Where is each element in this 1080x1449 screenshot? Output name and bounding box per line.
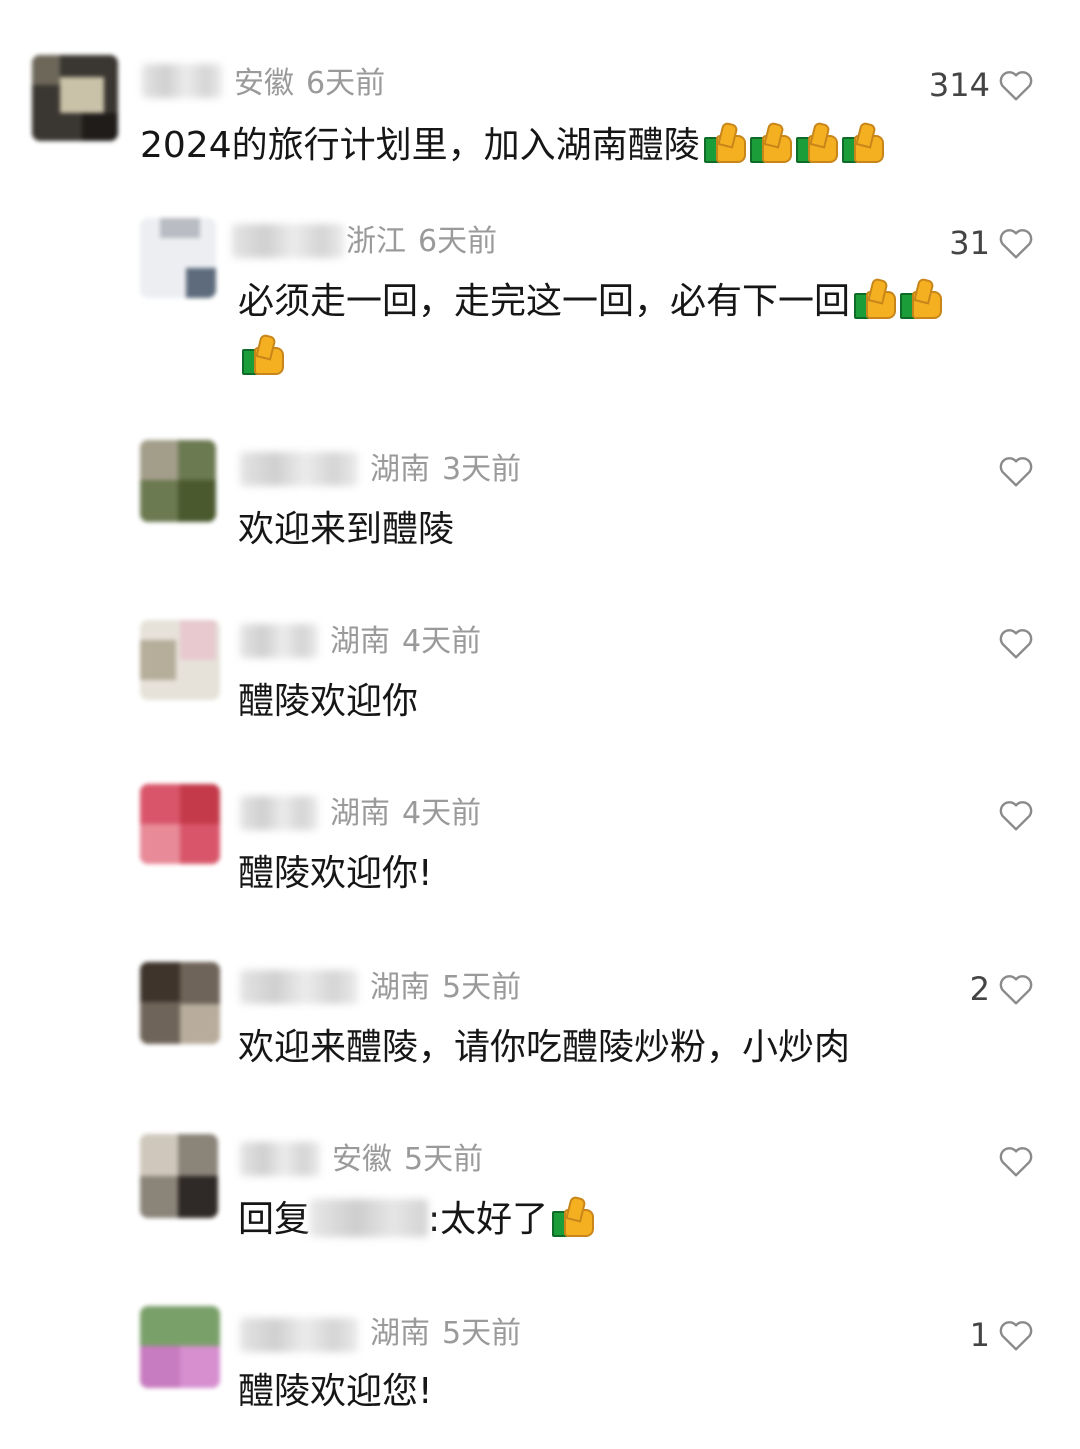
like-count: 314 bbox=[928, 66, 990, 104]
comment-text: 欢迎来到醴陵 bbox=[238, 509, 455, 550]
timestamp: 3天前 bbox=[442, 452, 522, 487]
location: 湖南 bbox=[370, 452, 430, 487]
comment-meta: 浙江 6天前 bbox=[346, 222, 497, 262]
comment-meta: 湖南 4天前 bbox=[330, 622, 481, 662]
username-blurred[interactable] bbox=[240, 1318, 358, 1352]
thumbs-up-emoji bbox=[794, 121, 838, 165]
comment-body: 2024的旅行计划里，加入湖南醴陵 bbox=[140, 125, 700, 166]
comment-text: 2024的旅行计划里，加入湖南醴陵 bbox=[140, 118, 884, 174]
avatar[interactable] bbox=[140, 620, 220, 700]
thumbs-up-emoji bbox=[240, 333, 284, 377]
like-button[interactable] bbox=[990, 1144, 1034, 1178]
location: 湖南 bbox=[330, 796, 390, 831]
comment-text: 欢迎来醴陵，请你吃醴陵炒粉，小炒肉 bbox=[238, 1027, 851, 1068]
heart-outline-icon bbox=[999, 229, 1033, 259]
username-blurred[interactable] bbox=[240, 970, 358, 1004]
thumbs-up-emoji bbox=[550, 1195, 595, 1239]
like-button[interactable]: 314 bbox=[929, 66, 1034, 104]
comment-meta: 湖南 5天前 bbox=[370, 1314, 521, 1354]
like-button[interactable]: 1 bbox=[970, 1316, 1034, 1354]
location: 湖南 bbox=[330, 624, 390, 659]
heart-outline-icon bbox=[999, 71, 1033, 101]
thumbs-up-emoji bbox=[702, 121, 746, 165]
comment-text: 醴陵欢迎你 bbox=[238, 681, 419, 722]
heart-outline-icon bbox=[999, 1147, 1033, 1177]
location: 浙江 bbox=[346, 224, 406, 259]
comment-meta: 安徽 6天前 bbox=[234, 64, 385, 104]
like-count: 31 bbox=[949, 224, 990, 262]
comment-meta: 湖南 3天前 bbox=[370, 450, 521, 490]
comment-text-line2 bbox=[238, 330, 284, 386]
heart-outline-icon bbox=[999, 801, 1033, 831]
avatar[interactable] bbox=[140, 784, 220, 864]
location: 安徽 bbox=[234, 66, 294, 101]
username-blurred[interactable] bbox=[240, 452, 358, 486]
avatar[interactable] bbox=[140, 218, 216, 298]
like-count: 1 bbox=[969, 1316, 990, 1354]
username-blurred[interactable] bbox=[240, 796, 318, 830]
location: 湖南 bbox=[370, 1316, 430, 1351]
username-blurred[interactable] bbox=[240, 1142, 320, 1176]
comment-text: 回复 :太好了 bbox=[238, 1192, 595, 1248]
timestamp: 6天前 bbox=[418, 224, 498, 259]
heart-outline-icon bbox=[999, 1321, 1033, 1351]
thumbs-up-emoji bbox=[840, 121, 884, 165]
reply-body: :太好了 bbox=[428, 1199, 549, 1240]
like-button[interactable] bbox=[990, 798, 1034, 832]
like-count: 2 bbox=[969, 970, 990, 1008]
username-blurred[interactable] bbox=[232, 224, 344, 258]
timestamp: 4天前 bbox=[402, 796, 482, 831]
comment-text: 醴陵欢迎你! bbox=[238, 853, 433, 894]
timestamp: 5天前 bbox=[442, 970, 522, 1005]
timestamp: 5天前 bbox=[442, 1316, 522, 1351]
like-button[interactable] bbox=[990, 626, 1034, 660]
like-button[interactable]: 31 bbox=[949, 224, 1034, 262]
comment-body: 必须走一回，走完这一回，必有下一回 bbox=[238, 281, 851, 322]
comment-meta: 湖南 5天前 bbox=[370, 968, 521, 1008]
avatar[interactable] bbox=[140, 440, 216, 522]
location: 安徽 bbox=[332, 1142, 392, 1177]
avatar[interactable] bbox=[140, 1306, 220, 1388]
avatar[interactable] bbox=[32, 55, 118, 141]
like-button[interactable] bbox=[990, 454, 1034, 488]
username-blurred[interactable] bbox=[240, 624, 318, 658]
thumbs-up-emoji bbox=[852, 277, 897, 321]
username-blurred[interactable] bbox=[142, 64, 222, 98]
heart-outline-icon bbox=[999, 457, 1033, 487]
comment-meta: 湖南 4天前 bbox=[330, 794, 481, 834]
thumbs-up-emoji bbox=[748, 121, 792, 165]
like-button[interactable]: 2 bbox=[970, 970, 1034, 1008]
heart-outline-icon bbox=[999, 975, 1033, 1005]
location: 湖南 bbox=[370, 970, 430, 1005]
avatar[interactable] bbox=[140, 962, 220, 1044]
timestamp: 5天前 bbox=[404, 1142, 484, 1177]
timestamp: 4天前 bbox=[402, 624, 482, 659]
reply-prefix: 回复 bbox=[238, 1199, 311, 1240]
avatar[interactable] bbox=[140, 1134, 218, 1218]
heart-outline-icon bbox=[999, 629, 1033, 659]
thumbs-up-emoji bbox=[898, 277, 943, 321]
comment-meta: 安徽 5天前 bbox=[332, 1140, 483, 1180]
timestamp: 6天前 bbox=[306, 66, 386, 101]
reply-target-blurred[interactable] bbox=[310, 1199, 429, 1237]
comment-text: 醴陵欢迎您! bbox=[238, 1371, 433, 1412]
comment-text: 必须走一回，走完这一回，必有下一回 bbox=[238, 274, 943, 330]
